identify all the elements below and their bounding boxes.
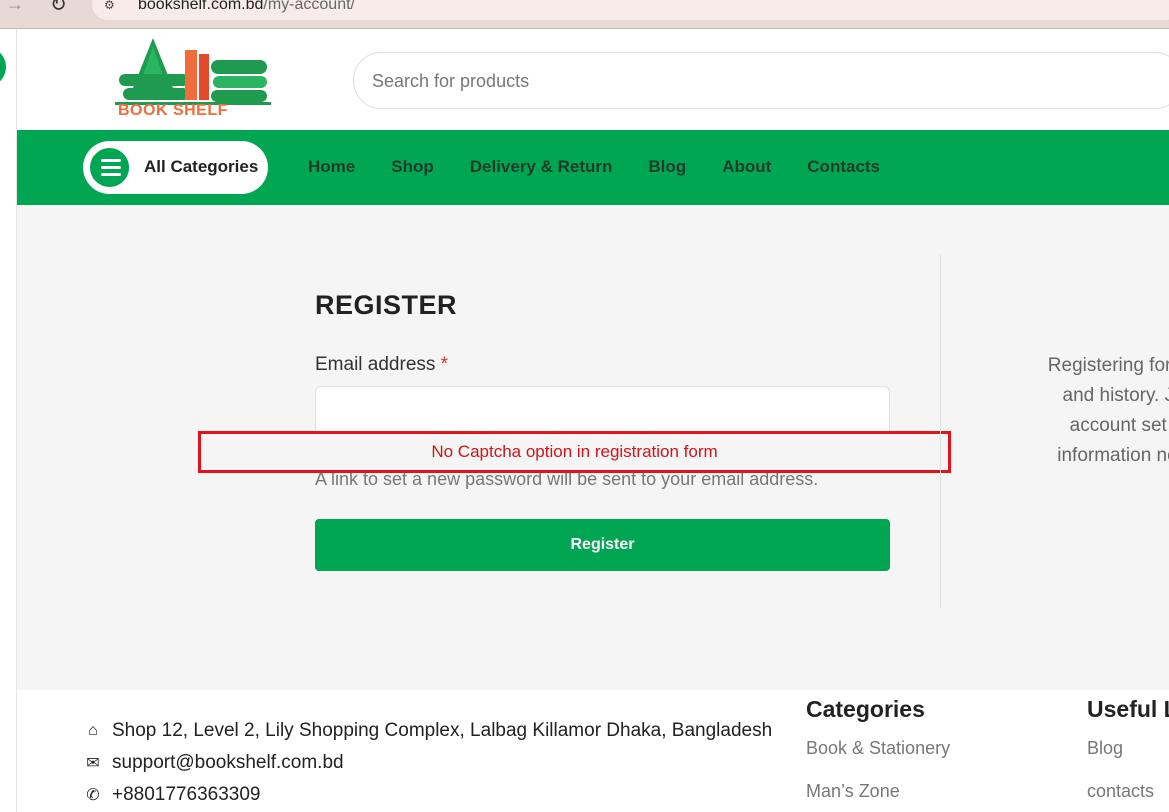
all-categories-label: All Categories [144, 157, 259, 176]
info-line: information necess [1057, 445, 1169, 466]
all-categories-button[interactable]: All Categories [83, 141, 268, 194]
info-line: and history. Just [1062, 385, 1169, 406]
register-title: REGISTER [315, 290, 458, 320]
footer-link-mans-zone[interactable]: Man’s Zone [806, 781, 900, 802]
main-nav: All Categories Home Shop Delivery & Retu… [17, 130, 1169, 205]
forward-icon[interactable]: → [6, 0, 24, 15]
address-bar[interactable]: ⚙ bookshelf.com.bd/my-account/ [92, 0, 1169, 20]
email-label: Email address * [315, 354, 449, 375]
nav-menu: Home Shop Delivery & Return Blog About C… [308, 157, 916, 177]
info-line: Registering for this [1047, 355, 1169, 376]
footer-phone[interactable]: ✆ +8801776363309 [83, 784, 260, 806]
site-info-icon[interactable]: ⚙ [104, 0, 115, 12]
left-gutter [0, 29, 17, 812]
floating-widget-icon[interactable] [0, 47, 6, 87]
nav-home[interactable]: Home [308, 157, 355, 177]
footer-link-book-stationery[interactable]: Book & Stationery [806, 738, 950, 759]
home-icon: ⌂ [88, 722, 98, 739]
nav-contacts[interactable]: Contacts [807, 157, 880, 177]
footer-email[interactable]: ✉ support@bookshelf.com.bd [83, 752, 343, 774]
footer: ⌂ Shop 12, Level 2, Lily Shopping Complex… [17, 690, 1169, 812]
mail-icon: ✉ [86, 755, 100, 772]
column-divider [940, 255, 941, 608]
footer-link-contacts[interactable]: contacts [1087, 781, 1154, 802]
footer-address: ⌂ Shop 12, Level 2, Lily Shopping Complex… [83, 720, 772, 742]
search-box[interactable] [353, 52, 1169, 109]
phone-icon: ✆ [86, 787, 100, 804]
nav-shop[interactable]: Shop [391, 157, 434, 177]
logo-text: BOOK SHELF [118, 102, 228, 119]
search-input[interactable] [372, 67, 1152, 95]
nav-about[interactable]: About [722, 157, 771, 177]
footer-categories-title: Categories [806, 696, 925, 722]
browser-toolbar: → ↻ ⚙ bookshelf.com.bd/my-account/ [0, 0, 1169, 29]
url-text: bookshelf.com.bd/my-account/ [138, 0, 355, 13]
annotation-text: No Captcha option in registration form [431, 442, 718, 461]
register-info-text: Registering for this and history. Just a… [997, 351, 1169, 471]
nav-delivery-return[interactable]: Delivery & Return [470, 157, 613, 177]
nav-blog[interactable]: Blog [648, 157, 686, 177]
annotation-box: No Captcha option in registration form [198, 431, 951, 473]
info-line: account set up fo [1069, 415, 1169, 436]
account-main: REGISTER Email address * A link to set a… [17, 205, 1169, 690]
register-button[interactable]: Register [315, 519, 890, 571]
menu-icon [87, 145, 132, 190]
footer-link-blog[interactable]: Blog [1087, 738, 1123, 759]
required-mark: * [440, 354, 449, 375]
reload-icon[interactable]: ↻ [50, 0, 67, 17]
footer-useful-links-title: Useful L [1087, 696, 1169, 722]
